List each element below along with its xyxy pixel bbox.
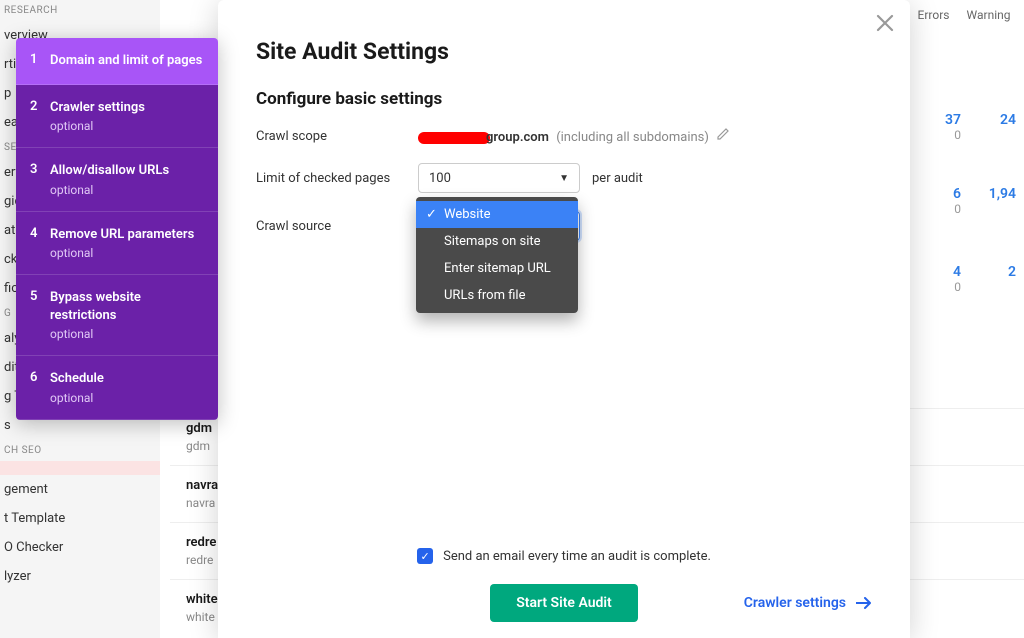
bg-nav-item: O Checker	[0, 533, 160, 562]
bg-metrics-row: 370 24	[906, 112, 1016, 142]
arrow-right-icon	[856, 597, 872, 609]
modal-title: Site Audit Settings	[256, 38, 872, 65]
wizard-step-3[interactable]: 3 Allow/disallow URLsoptional	[16, 148, 218, 212]
wizard-step-4[interactable]: 4 Remove URL parametersoptional	[16, 212, 218, 276]
limit-select[interactable]: 100 ▼	[418, 163, 580, 193]
wizard-steps: 1 Domain and limit of pages 2 Crawler se…	[16, 38, 218, 420]
bg-section-label: CH SEO	[0, 440, 160, 461]
bg-metrics-row: 60 1,94	[906, 186, 1016, 216]
bg-nav-item: t Template	[0, 504, 160, 533]
crawler-settings-link[interactable]: Crawler settings	[744, 595, 872, 611]
crawl-scope-row: Crawl scope group.com (including all sub…	[256, 127, 872, 145]
site-audit-settings-modal: Site Audit Settings Configure basic sett…	[218, 0, 910, 638]
dropdown-option-enter-sitemap[interactable]: Enter sitemap URL	[416, 255, 578, 282]
dropdown-option-website[interactable]: Website	[416, 201, 578, 228]
crawl-scope-label: Crawl scope	[256, 129, 418, 144]
crawl-scope-value: group.com (including all subdomains)	[418, 127, 730, 145]
wizard-step-6[interactable]: 6 Scheduleoptional	[16, 356, 218, 420]
dropdown-option-urls-file[interactable]: URLs from file	[416, 282, 578, 309]
dropdown-option-sitemaps[interactable]: Sitemaps on site	[416, 228, 578, 255]
crawl-source-label: Crawl source	[256, 219, 418, 234]
wizard-step-5[interactable]: 5 Bypass website restrictionsoptional	[16, 275, 218, 356]
email-notify-row: ✓ Send an email every time an audit is c…	[256, 548, 872, 564]
edit-scope-button[interactable]	[716, 130, 730, 145]
pencil-icon	[716, 127, 730, 141]
bg-metrics-row: 40 2	[906, 264, 1016, 294]
bg-section-label: RESEARCH	[0, 0, 160, 21]
limit-row: Limit of checked pages 100 ▼ per audit	[256, 163, 872, 193]
close-button[interactable]	[876, 14, 894, 36]
wizard-step-2[interactable]: 2 Crawler settingsoptional	[16, 85, 218, 149]
bg-nav-item: lyzer	[0, 562, 160, 591]
start-site-audit-button[interactable]: Start Site Audit	[490, 584, 638, 622]
chevron-down-icon: ▼	[559, 173, 569, 184]
crawl-source-dropdown: Website Sitemaps on site Enter sitemap U…	[416, 197, 578, 313]
close-icon	[876, 14, 894, 32]
per-audit-text: per audit	[592, 171, 643, 186]
limit-label: Limit of checked pages	[256, 171, 418, 186]
bg-nav-item: gement	[0, 475, 160, 504]
email-notify-label: Send an email every time an audit is com…	[443, 549, 711, 564]
wizard-step-1[interactable]: 1 Domain and limit of pages	[16, 38, 218, 85]
bg-table-headers: Errors Warning	[906, 6, 1016, 24]
email-notify-checkbox[interactable]: ✓	[417, 548, 433, 564]
redacted-domain-prefix	[418, 132, 490, 144]
modal-subtitle: Configure basic settings	[256, 89, 872, 109]
bg-nav-item	[0, 461, 160, 475]
modal-footer: ✓ Send an email every time an audit is c…	[256, 548, 872, 622]
